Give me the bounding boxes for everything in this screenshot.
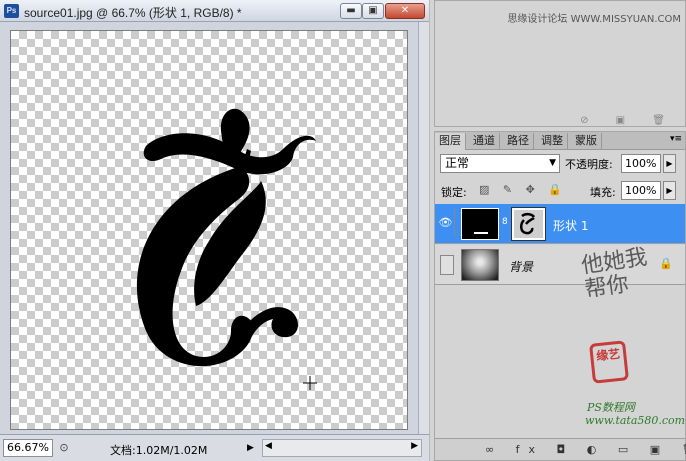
layers-panel: 图层 通道 路径 调整 蒙版 ▾≡ 正常 ▼ 不透明度: 100% ▶ 锁定: … [434, 131, 686, 461]
layer-name[interactable]: 背景 [509, 258, 533, 275]
vector-mask-thumbnail[interactable] [511, 207, 546, 241]
lock-label: 锁定: [441, 186, 467, 199]
document-title: source01.jpg @ 66.7% (形状 1, RGB/8) * [24, 6, 242, 20]
visibility-eye-icon[interactable]: 👁 [437, 209, 455, 237]
document-info: 文档:1.02M/1.02M [110, 444, 208, 457]
opacity-label: 不透明度: [565, 158, 613, 171]
handwritten-watermark: 他她我帮你 [579, 244, 649, 303]
calligraphic-shape [136, 108, 317, 390]
chevron-down-icon: ▼ [549, 158, 556, 168]
lock-options-icons[interactable]: ▨ ✎ ✥ 🔒 [479, 183, 567, 196]
status-options-icon[interactable]: ⊙ [57, 439, 71, 457]
scroll-right-icon[interactable]: ▶ [411, 441, 418, 451]
layer-thumbnail [461, 208, 499, 240]
zoom-field[interactable]: 66.67% [3, 439, 53, 457]
layer-action-icons[interactable]: ∞ fx ◘ ◐ ▭ ▣ 🗑 [485, 443, 686, 456]
panel-menu-icon[interactable]: ▾≡ [670, 134, 682, 144]
minimize-button[interactable]: ▬ [340, 3, 362, 19]
tab-layers[interactable]: 图层 [435, 133, 466, 150]
tab-paths[interactable]: 路径 [503, 133, 534, 150]
vertical-scrollbar[interactable] [418, 22, 429, 434]
vector-mask-shape [520, 212, 536, 235]
canvas[interactable] [10, 30, 408, 430]
history-panel: 思缘设计论坛 WWW.MISSYUAN.COM ⊘ ▣ 🗑 [434, 0, 686, 127]
layer-row-shape-1[interactable]: 👁 8 形状 1 [435, 204, 685, 244]
layer-thumbnail [461, 249, 499, 281]
scroll-left-icon[interactable]: ◀ [265, 441, 272, 451]
site-watermark: 思缘设计论坛 WWW.MISSYUAN.COM [507, 14, 681, 25]
tab-masks[interactable]: 蒙版 [571, 133, 602, 150]
fill-slider-arrow-icon[interactable]: ▶ [663, 181, 676, 200]
close-button[interactable]: ✕ [385, 3, 425, 19]
panel-tabs: 图层 通道 路径 调整 蒙版 ▾≡ [435, 132, 685, 150]
photoshop-workspace: Ps source01.jpg @ 66.7% (形状 1, RGB/8) * … [0, 0, 686, 461]
document-titlebar[interactable]: Ps source01.jpg @ 66.7% (形状 1, RGB/8) * … [0, 0, 429, 22]
lock-icon: 🔒 [659, 257, 673, 270]
canvas-area [0, 22, 418, 434]
horizontal-scrollbar[interactable]: ◀ ▶ [262, 439, 422, 457]
status-bar: 66.67% ⊙ 文档:1.02M/1.02M ▶ ◀ ▶ [0, 434, 429, 461]
restore-button[interactable]: ▣ [362, 3, 384, 19]
layers-footer-toolbar: ∞ fx ◘ ◐ ▭ ▣ 🗑 [435, 438, 686, 460]
layer-name[interactable]: 形状 1 [553, 217, 588, 234]
fill-label: 填充: [590, 186, 616, 199]
visibility-toggle[interactable] [440, 255, 454, 275]
status-menu-arrow-icon[interactable]: ▶ [247, 441, 257, 455]
panel-footer-icons[interactable]: ⊘ ▣ 🗑 [580, 115, 677, 126]
red-seal-stamp: 缘艺 [589, 340, 629, 384]
tab-adjustments[interactable]: 调整 [537, 133, 568, 150]
blend-mode-select[interactable]: 正常 ▼ [440, 154, 560, 173]
document-window: Ps source01.jpg @ 66.7% (形状 1, RGB/8) * … [0, 0, 429, 461]
chain-link-icon[interactable]: 8 [502, 217, 508, 227]
url-watermark: www.tata580.com [585, 414, 686, 427]
fill-input[interactable]: 100% [621, 181, 661, 200]
blend-mode-value: 正常 [445, 156, 470, 170]
tab-channels[interactable]: 通道 [469, 133, 500, 150]
ps-tutorial-watermark: PS数程网 [587, 401, 635, 414]
photoshop-logo-icon: Ps [4, 4, 19, 18]
panels-dock: 思缘设计论坛 WWW.MISSYUAN.COM ⊘ ▣ 🗑 图层 通道 路径 调… [430, 0, 686, 461]
opacity-slider-arrow-icon[interactable]: ▶ [663, 154, 676, 173]
opacity-input[interactable]: 100% [621, 154, 661, 173]
